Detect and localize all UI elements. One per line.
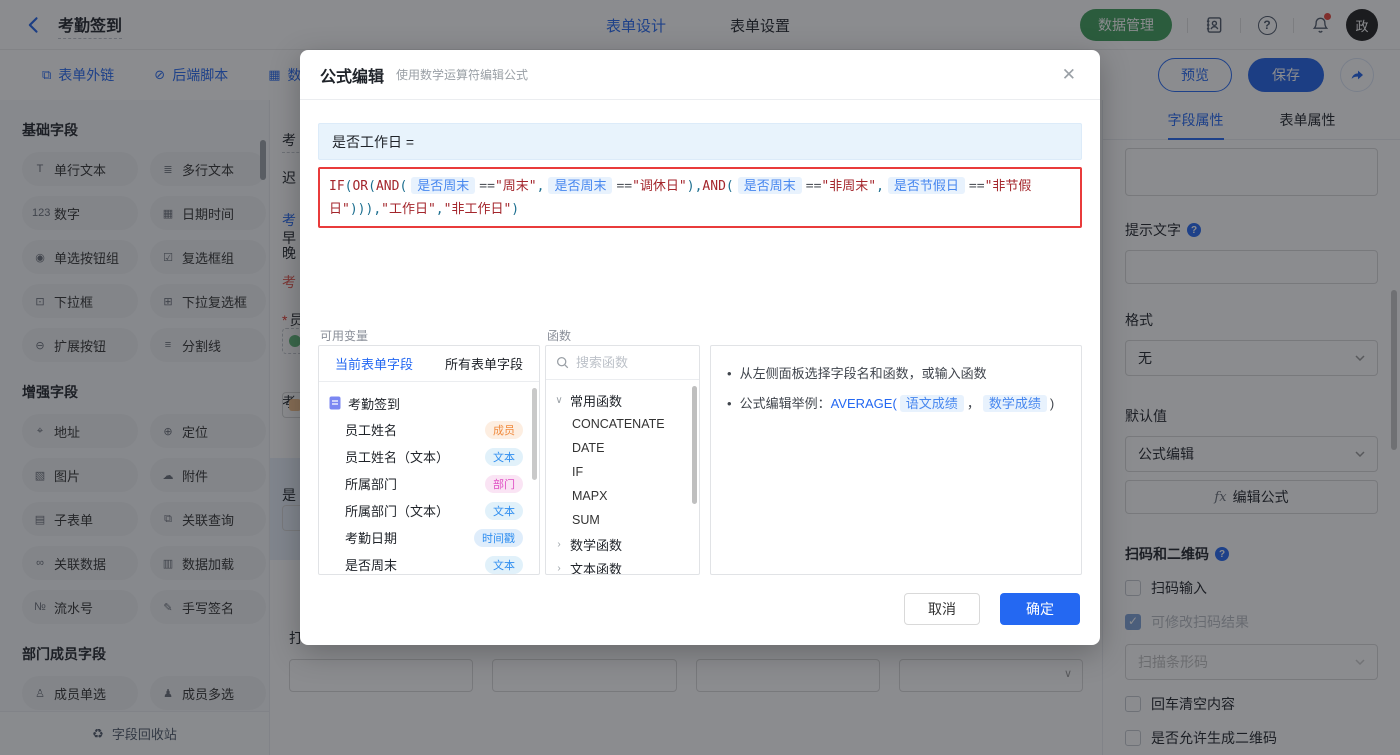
formula-field-chip[interactable]: 是否周末 <box>548 177 613 194</box>
variable-type-badge: 文本 <box>485 555 523 574</box>
variable-type-badge: 时间戳 <box>474 528 523 547</box>
formula-token: "工作日" <box>381 202 436 217</box>
variable-name: 所属部门 <box>345 477 398 492</box>
modal-title: 公式编辑 <box>320 68 385 86</box>
variables-scrollbar[interactable] <box>532 388 537 480</box>
function-search-input[interactable] <box>576 355 676 370</box>
function-item[interactable]: CONCATENATE <box>546 412 699 436</box>
function-item[interactable]: MAPX <box>546 484 699 508</box>
formula-token: AND <box>702 179 726 194</box>
variable-type-badge: 文本 <box>485 501 523 520</box>
variable-name: 员工姓名 <box>345 423 398 438</box>
function-item[interactable]: DATE <box>546 436 699 460</box>
formula-token: "非工作日" <box>443 202 512 217</box>
help-text-1: 从左侧面板选择字段名和函数，或输入函数 <box>739 366 987 381</box>
help-line-2: 公式编辑举例：AVERAGE(语文成绩，数学成绩) <box>727 394 1063 414</box>
modal-subtitle: 使用数学运算符编辑公式 <box>396 68 529 82</box>
help-example-prefix: 公式编辑举例： <box>739 396 831 411</box>
function-tree: ∨ 常用函数 CONCATENATE DATE IF MAPX SUM › 数学函数 › 文本函数 <box>546 380 699 575</box>
variable-type-badge: 部门 <box>485 474 523 493</box>
functions-panel: ∨ 常用函数 CONCATENATEDATEIFMAPXSUM › 数学函数 › 文本函数 <box>545 345 700 575</box>
formula-token: ( <box>368 179 376 194</box>
help-example-field-2: 数学成绩 <box>982 395 1047 412</box>
help-line-1: 从左侧面板选择字段名和函数，或输入函数 <box>727 364 1063 384</box>
function-group-label: 常用函数 <box>570 393 623 409</box>
formula-help-panel: 从左侧面板选择字段名和函数，或输入函数 公式编辑举例：AVERAGE(语文成绩，… <box>710 345 1082 575</box>
variables-label: 可用变量 <box>320 329 369 343</box>
formula-token: ) <box>511 202 520 217</box>
search-icon <box>556 356 569 369</box>
variable-row[interactable]: 员工姓名 成员 <box>319 416 539 443</box>
formula-token: == <box>479 179 495 194</box>
variable-type-badge: 成员 <box>485 420 523 439</box>
tab-all-form-fields[interactable]: 所有表单字段 <box>429 354 539 373</box>
function-group-label: 文本函数 <box>570 561 623 575</box>
variable-name: 所属部门（文本） <box>345 504 450 519</box>
bullet-icon <box>727 364 732 384</box>
chevron-right-icon: › <box>557 562 561 574</box>
bullet-icon <box>727 394 732 414</box>
help-example-function: AVERAGE( <box>830 396 897 411</box>
function-group-label: 数学函数 <box>570 537 623 553</box>
formula-target-bar: 是否工作日 = <box>318 123 1082 160</box>
formula-token: == <box>805 179 822 194</box>
function-group[interactable]: › 数学函数 <box>546 532 699 556</box>
formula-token: , <box>536 179 545 194</box>
formula-token: "周末" <box>494 179 537 194</box>
variable-row[interactable]: 所属部门 部门 <box>319 470 539 497</box>
variable-row[interactable]: 考勤日期 时间戳 <box>319 524 539 551</box>
variable-row[interactable]: 是否周末 文本 <box>319 551 539 574</box>
variables-group-row[interactable]: 考勤签到 <box>319 390 539 416</box>
formula-token: IF <box>329 179 345 194</box>
function-item[interactable]: SUM <box>546 508 699 532</box>
formula-token: ( <box>399 179 408 194</box>
tab-current-form-fields[interactable]: 当前表单字段 <box>319 354 429 373</box>
help-example-close: ) <box>1049 396 1055 411</box>
formula-field-chip[interactable]: 是否节假日 <box>887 177 965 194</box>
form-doc-icon <box>329 396 341 410</box>
formula-token: , <box>435 202 444 217</box>
variable-type-badge: 文本 <box>485 447 523 466</box>
formula-token: ) <box>686 179 695 194</box>
variables-group-label: 考勤签到 <box>348 396 401 412</box>
chevron-right-icon: › <box>557 538 561 550</box>
cancel-button[interactable]: 取消 <box>904 593 980 625</box>
variable-name: 是否周末 <box>345 558 398 573</box>
confirm-button[interactable]: 确定 <box>1000 593 1080 625</box>
formula-token: "非周末" <box>821 179 877 194</box>
formula-field-chip[interactable]: 是否周末 <box>411 177 476 194</box>
formula-token: ( <box>725 179 734 194</box>
variables-panel: 当前表单字段 所有表单字段 考勤签到 员工姓名 成员 员工姓名（文本） 文本 所属部门部… <box>318 345 540 575</box>
help-example-separator: ， <box>966 396 980 411</box>
chevron-down-icon: ∨ <box>555 394 563 406</box>
formula-editor[interactable]: IF(OR(AND(是否周末 =="周末", 是否周末 =="调休日"),AND(是否… <box>318 167 1082 228</box>
help-example-field-1: 语文成绩 <box>899 395 964 412</box>
formula-token: , <box>373 202 382 217</box>
function-item[interactable]: IF <box>546 460 699 484</box>
formula-edit-modal: 公式编辑 使用数学运算符编辑公式 ✕ 是否工作日 = IF(OR(AND(是否周… <box>300 50 1100 645</box>
function-search <box>546 346 699 380</box>
variable-row[interactable]: 员工姓名（文本） 文本 <box>319 443 539 470</box>
formula-token: ) <box>349 202 358 217</box>
variable-name: 考勤日期 <box>345 531 398 546</box>
function-group[interactable]: ∨ 常用函数 <box>546 388 699 412</box>
functions-scrollbar[interactable] <box>692 386 697 504</box>
formula-token: , <box>876 179 884 194</box>
variables-list: 考勤签到 员工姓名 成员 员工姓名（文本） 文本 所属部门 部门 所属部门（文本） 文本 考勤日… <box>319 382 539 574</box>
functions-label: 函数 <box>547 329 572 343</box>
formula-token: == <box>968 179 985 194</box>
formula-token: OR <box>352 179 369 194</box>
formula-token: "调休日" <box>632 179 687 194</box>
formula-token: == <box>616 179 633 194</box>
variable-row[interactable]: 所属部门（文本） 文本 <box>319 497 539 524</box>
formula-token: AND <box>375 179 400 194</box>
formula-field-chip[interactable]: 是否周末 <box>737 177 802 194</box>
help-text-2: 公式编辑举例：AVERAGE(语文成绩，数学成绩) <box>739 394 1055 414</box>
variable-name: 员工姓名（文本） <box>345 450 450 465</box>
close-icon[interactable]: ✕ <box>1062 65 1076 85</box>
function-group[interactable]: › 文本函数 <box>546 556 699 575</box>
